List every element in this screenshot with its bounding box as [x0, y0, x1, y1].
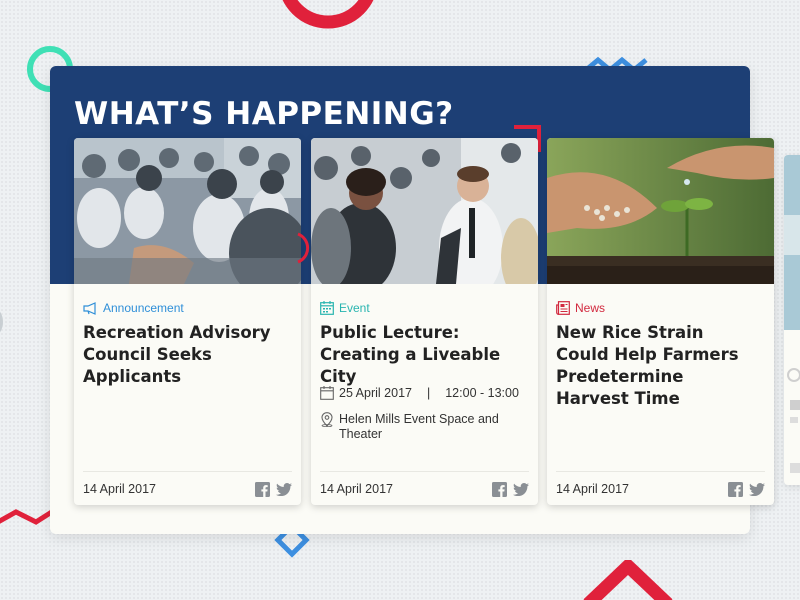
category-text: News [575, 301, 606, 315]
section-heading: WHAT’S HAPPENING? [74, 96, 454, 132]
card-footer: 14 April 2017 [320, 471, 529, 505]
card-title[interactable]: New Rice Strain Could Help Farmers Prede… [556, 322, 761, 410]
category-text: Announcement [103, 301, 184, 315]
publish-date: 14 April 2017 [320, 482, 393, 496]
publish-date: 14 April 2017 [83, 482, 156, 496]
meta-separator: | [426, 386, 431, 400]
card-announcement[interactable]: Announcement Recreation Advisory Council… [74, 138, 301, 505]
category-text: Event [339, 301, 370, 315]
twitter-icon[interactable] [276, 483, 292, 496]
next-card-preview[interactable] [784, 155, 800, 485]
card-title[interactable]: Recreation Advisory Council Seeks Applic… [83, 322, 288, 388]
event-datetime: 25 April 2017 | 12:00 - 13:00 [320, 386, 519, 401]
share-buttons [255, 482, 292, 497]
share-buttons [728, 482, 765, 497]
location-text: Helen Mills Event Space and Theater [339, 412, 499, 441]
facebook-icon[interactable] [728, 482, 743, 497]
card-image-audience [74, 138, 301, 284]
calendar-icon [320, 386, 334, 400]
calendar-icon [320, 301, 334, 315]
event-time: 12:00 - 13:00 [445, 386, 519, 400]
card-title[interactable]: Public Lecture: Creating a Liveable City [320, 322, 525, 388]
newspaper-icon [556, 301, 570, 315]
card-image-networking [311, 138, 538, 284]
location-pin-icon [321, 412, 333, 427]
event-location: Helen Mills Event Space and Theater [320, 412, 509, 442]
category-label: News [556, 301, 605, 315]
decor-red-arc [297, 232, 310, 264]
card-footer: 14 April 2017 [83, 471, 292, 505]
twitter-icon[interactable] [749, 483, 765, 496]
category-label: Announcement [83, 301, 184, 315]
facebook-icon[interactable] [255, 482, 270, 497]
decor-red-triangle [583, 560, 673, 600]
publish-date: 14 April 2017 [556, 482, 629, 496]
card-news[interactable]: News New Rice Strain Could Help Farmers … [547, 138, 774, 505]
share-buttons [492, 482, 529, 497]
facebook-icon[interactable] [492, 482, 507, 497]
decor-grey-ring [0, 311, 3, 333]
next-card-image [784, 155, 800, 473]
megaphone-icon [83, 301, 96, 315]
card-event[interactable]: Event Public Lecture: Creating a Liveabl… [311, 138, 538, 505]
card-footer: 14 April 2017 [556, 471, 765, 505]
twitter-icon[interactable] [513, 483, 529, 496]
category-label: Event [320, 301, 370, 315]
card-image-seedling [547, 138, 774, 284]
decor-red-ring [282, 0, 374, 29]
event-date: 25 April 2017 [339, 386, 412, 400]
